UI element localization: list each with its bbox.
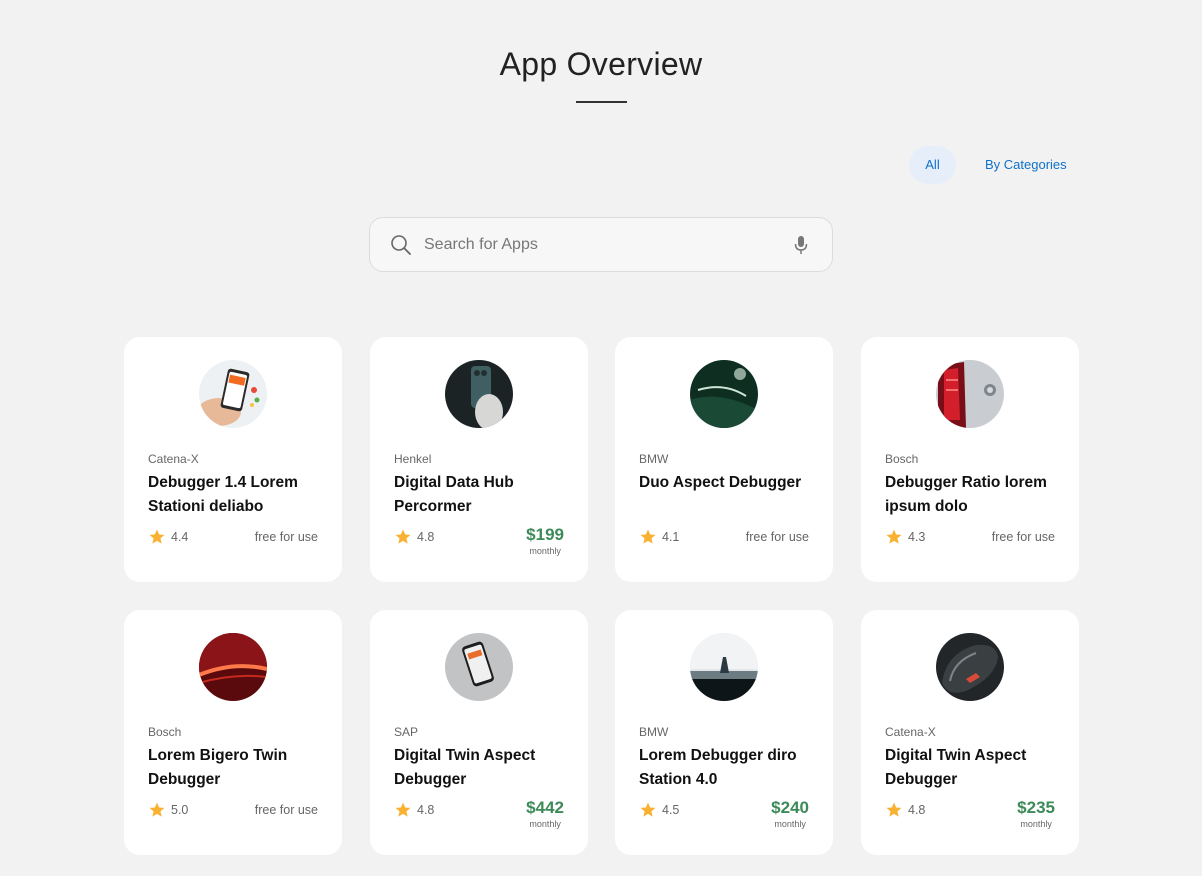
- app-name: Digital Twin Aspect Debugger: [394, 747, 536, 788]
- tab-all[interactable]: All: [909, 146, 956, 184]
- star-icon: [149, 802, 165, 817]
- title-underline: [576, 101, 627, 103]
- app-name: Digital Twin Aspect Debugger: [885, 747, 1027, 788]
- app-provider: Catena-X: [148, 452, 199, 466]
- app-card[interactable]: BMW Lorem Debugger diro Station 4.0 4.5 …: [615, 610, 833, 855]
- search-input[interactable]: [424, 232, 784, 258]
- rating: 4.4: [148, 528, 188, 546]
- rating: 4.8: [885, 801, 925, 819]
- app-overview-page: App Overview All By Categories Search fo…: [0, 0, 1202, 876]
- price-label: free for use: [254, 530, 318, 544]
- star-icon: [640, 529, 656, 544]
- rating-value: 4.8: [417, 530, 435, 544]
- app-card[interactable]: Catena-X Digital Twin Aspect Debugger 4.…: [861, 610, 1079, 855]
- star-icon: [886, 529, 902, 544]
- price: $235 monthly: [1017, 798, 1055, 830]
- rating-value: 5.0: [171, 803, 189, 817]
- app-image-phone-dark: [445, 360, 513, 428]
- app-provider: Bosch: [885, 452, 919, 466]
- app-name: Duo Aspect Debugger: [639, 474, 802, 491]
- page-title: App Overview: [499, 46, 703, 82]
- filter-tabs: All By Categories: [909, 146, 1067, 184]
- app-card[interactable]: Bosch Debugger Ratio lorem ipsum dolo 4.…: [861, 337, 1079, 582]
- price-period: monthly: [774, 819, 806, 829]
- app-image-phone-desk: [445, 633, 513, 701]
- star-icon: [886, 802, 902, 817]
- rating: 4.8: [394, 528, 434, 546]
- microphone-icon[interactable]: [794, 235, 808, 255]
- search-icon[interactable]: [390, 234, 412, 256]
- price: $199 monthly: [526, 525, 564, 557]
- star-icon: [395, 529, 411, 544]
- tab-by-categories[interactable]: By Categories: [985, 146, 1067, 184]
- app-name: Lorem Bigero Twin Debugger: [148, 747, 288, 788]
- rating-value: 4.1: [662, 530, 680, 544]
- rating-value: 4.3: [908, 530, 926, 544]
- app-provider: SAP: [394, 725, 419, 739]
- app-image-red-light: [199, 633, 267, 701]
- app-provider: BMW: [639, 452, 669, 466]
- rating: 4.1: [639, 528, 679, 546]
- app-name: Debugger 1.4 Lorem Stationi deliabo: [148, 474, 298, 515]
- app-image-car-road: [690, 633, 758, 701]
- price-period: monthly: [529, 819, 561, 829]
- app-provider: Bosch: [148, 725, 182, 739]
- rating-value: 4.4: [171, 530, 189, 544]
- price-label: free for use: [745, 530, 809, 544]
- app-card[interactable]: SAP Digital Twin Aspect Debugger 4.8 $44…: [370, 610, 588, 855]
- rating-value: 4.8: [908, 803, 926, 817]
- app-card[interactable]: Henkel Digital Data Hub Percormer 4.8 $1…: [370, 337, 588, 582]
- app-name: Lorem Debugger diro Station 4.0: [639, 747, 797, 788]
- rating-value: 4.5: [662, 803, 680, 817]
- rating-value: 4.8: [417, 803, 435, 817]
- rating: 4.3: [885, 528, 925, 546]
- app-provider: Catena-X: [885, 725, 936, 739]
- app-provider: BMW: [639, 725, 669, 739]
- price-period: monthly: [529, 546, 561, 556]
- star-icon: [640, 802, 656, 817]
- price-label: free for use: [991, 530, 1055, 544]
- star-icon: [149, 529, 165, 544]
- price-amount: $442: [526, 798, 564, 817]
- app-image-phone-hand: [199, 360, 267, 428]
- app-provider: Henkel: [394, 452, 432, 466]
- price: $240 monthly: [771, 798, 809, 830]
- price-amount: $235: [1017, 798, 1055, 817]
- app-name: Digital Data Hub Percormer: [394, 474, 514, 515]
- price-amount: $199: [526, 525, 564, 544]
- app-image-tail-light: [936, 360, 1004, 428]
- star-icon: [395, 802, 411, 817]
- app-card[interactable]: Catena-X Debugger 1.4 Lorem Stationi del…: [124, 337, 342, 582]
- price-period: monthly: [1020, 819, 1052, 829]
- price-label: free for use: [254, 803, 318, 817]
- app-image-mirror: [936, 633, 1004, 701]
- rating: 5.0: [148, 801, 188, 819]
- search-bar[interactable]: [369, 217, 833, 272]
- app-name: Debugger Ratio lorem ipsum dolo: [885, 474, 1047, 515]
- price-amount: $240: [771, 798, 809, 817]
- app-card[interactable]: BMW Duo Aspect Debugger 4.1 free for use: [615, 337, 833, 582]
- rating: 4.5: [639, 801, 679, 819]
- app-image-green-car: [690, 360, 758, 428]
- app-card[interactable]: Bosch Lorem Bigero Twin Debugger 5.0 fre…: [124, 610, 342, 855]
- price: $442 monthly: [526, 798, 564, 830]
- rating: 4.8: [394, 801, 434, 819]
